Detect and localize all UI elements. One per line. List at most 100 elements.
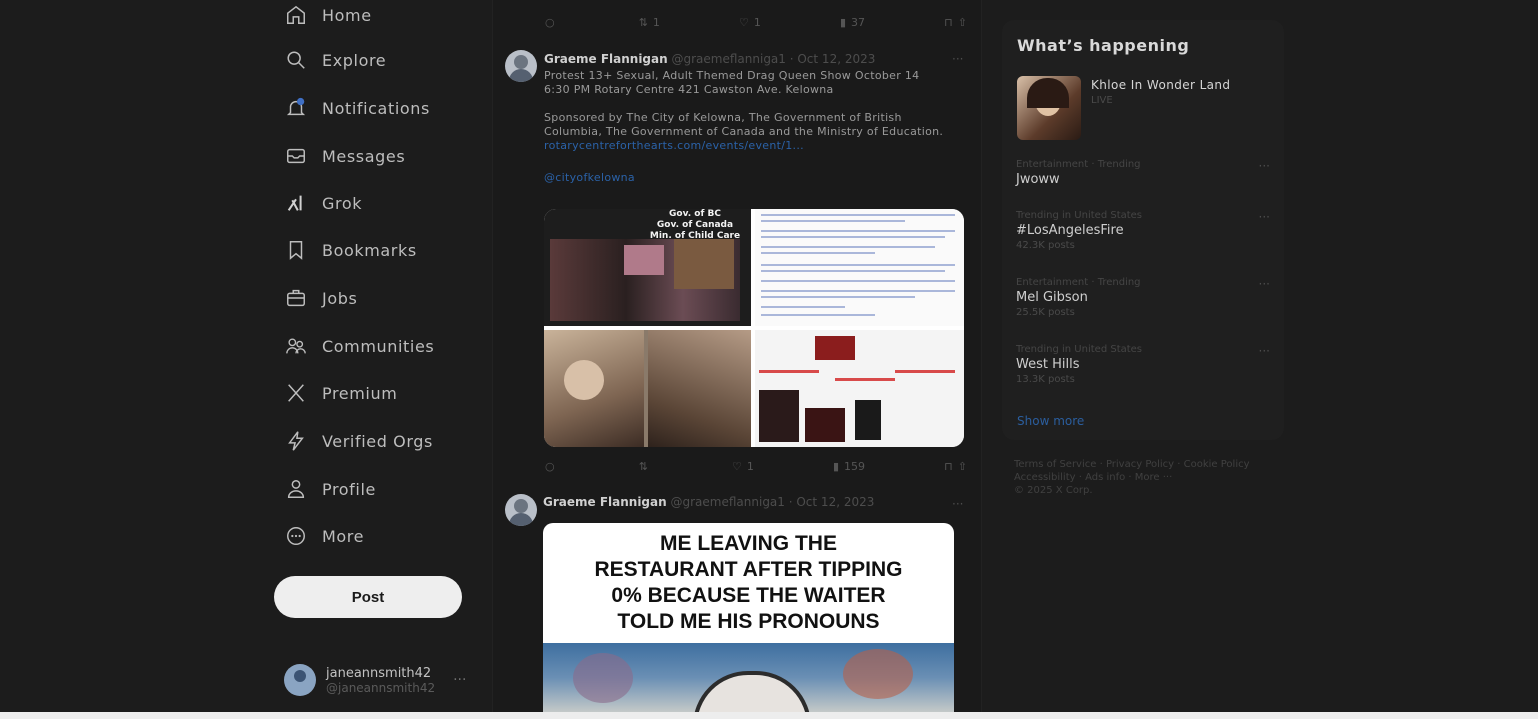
sidebar-item-notifications[interactable]: Notifications — [284, 93, 430, 123]
show-more-link[interactable]: Show more — [1017, 414, 1084, 428]
bookmark-icon[interactable]: ⊓ — [944, 16, 953, 29]
tweet-text-line: Columbia, The Government of Canada and t… — [544, 125, 944, 138]
more-icon[interactable]: ··· — [1259, 210, 1270, 224]
footer-line[interactable]: Accessibility · Ads info · More ··· — [1014, 471, 1284, 484]
sidebar-item-label: Profile — [322, 479, 376, 499]
more-icon[interactable]: ··· — [952, 52, 963, 66]
tweet-actions: ○ ⇅ ♡ 1 ▮ 159 ⊓ ⇧ — [545, 456, 967, 476]
share-icon[interactable]: ⇧ — [958, 16, 967, 29]
sidebar-item-label: Notifications — [322, 98, 430, 118]
sidebar-item-label: Jobs — [322, 288, 358, 308]
retweet-icon: ⇅ — [638, 459, 648, 473]
sidebar-item-label: Communities — [322, 336, 435, 356]
people-icon — [284, 334, 308, 358]
post-button[interactable]: Post — [274, 576, 462, 618]
like-button[interactable]: ♡ 1 — [739, 16, 761, 29]
live-thumbnail[interactable] — [1017, 76, 1081, 140]
tweet-link[interactable]: rotarycentreforthearts.com/events/event/… — [544, 139, 974, 153]
views-button[interactable]: ▮ 159 — [833, 460, 865, 473]
media-image[interactable] — [544, 330, 751, 447]
account-switcher[interactable]: janeannsmith42 @janeannsmith42 ··· — [284, 660, 484, 700]
reply-button[interactable]: ○ — [545, 460, 560, 473]
sidebar-item-profile[interactable]: Profile — [284, 474, 376, 504]
sidebar-item-label: More — [322, 526, 365, 546]
footer-line[interactable]: Terms of Service · Privacy Policy · Cook… — [1014, 458, 1284, 471]
reply-icon: ○ — [545, 459, 555, 473]
tweet-media-grid[interactable]: Gov. of BC Gov. of Canada Min. of Child … — [544, 209, 964, 447]
views-button[interactable]: ▮ 37 — [840, 16, 865, 29]
meme-line: 0% BECAUSE THE WAITER — [611, 584, 886, 607]
reply-button[interactable]: ○ — [545, 16, 560, 29]
bookmark-share-group: ⊓ ⇧ — [944, 16, 967, 29]
trend-item[interactable]: Trending in United States #LosAngelesFir… — [1016, 210, 1276, 251]
bookmark-share-group: ⊓ ⇧ — [944, 460, 967, 473]
trend-context: Trending in United States — [1016, 344, 1143, 355]
more-icon[interactable]: ··· — [1259, 277, 1270, 291]
sidebar-item-verified-orgs[interactable]: Verified Orgs — [284, 426, 433, 456]
bookmark-icon[interactable]: ⊓ — [944, 460, 953, 473]
trend-count: 13.3K posts — [1016, 374, 1075, 385]
envelope-icon — [284, 144, 308, 168]
tweet-avatar[interactable] — [505, 50, 537, 82]
author-meta[interactable]: @graemeflannigа1 · Oct 12, 2023 — [671, 495, 875, 509]
like-button[interactable]: ♡ 1 — [732, 460, 754, 473]
briefcase-icon — [284, 286, 308, 310]
sidebar-item-label: Grok — [322, 193, 363, 213]
trend-item[interactable]: Entertainment · Trending Jwoww ··· — [1016, 159, 1276, 187]
trend-item[interactable]: Entertainment · Trending Mel Gibson 25.5… — [1016, 277, 1276, 318]
meme-line: TOLD ME HIS PRONOUNS — [617, 610, 880, 633]
retweet-button[interactable]: ⇅ — [639, 460, 653, 473]
tweet-header: Graeme Flannigan @graemeflannigа1 · Oct … — [544, 52, 875, 66]
search-icon — [284, 48, 308, 72]
lightning-icon — [284, 429, 308, 453]
tweet-media-meme[interactable]: ME LEAVING THE RESTAURANT AFTER TIPPING … — [543, 523, 954, 712]
account-name: janeannsmith42 — [326, 665, 432, 681]
sidebar-item-premium[interactable]: Premium — [284, 378, 397, 408]
tweet-text-line: Sponsored by The City of Kelowna, The Go… — [544, 111, 902, 124]
home-icon — [284, 3, 308, 27]
trend-context: Entertainment · Trending — [1016, 159, 1141, 170]
sidebar-item-jobs[interactable]: Jobs — [284, 283, 357, 313]
live-title[interactable]: Khloe In Wonder Land — [1091, 78, 1230, 92]
trend-topic: #LosAngelesFire — [1016, 223, 1124, 238]
more-icon[interactable]: ··· — [952, 497, 963, 511]
sidebar-item-communities[interactable]: Communities — [284, 331, 434, 361]
avatar — [284, 664, 316, 696]
retweet-icon: ⇅ — [638, 15, 648, 29]
bookmark-icon — [284, 238, 308, 262]
trend-count: 25.5K posts — [1016, 307, 1075, 318]
sidebar-nav: Home Explore Notifications Messages Grok — [270, 0, 490, 712]
page-border — [0, 712, 1538, 719]
sidebar-item-label: Explore — [322, 50, 387, 70]
sidebar-item-more[interactable]: More — [284, 521, 364, 551]
meme-caption: ME LEAVING THE RESTAURANT AFTER TIPPING … — [543, 523, 954, 643]
grok-icon — [284, 191, 308, 215]
sidebar-item-grok[interactable]: Grok — [284, 188, 362, 218]
trend-context: Entertainment · Trending — [1016, 277, 1141, 288]
live-status: LIVE — [1091, 95, 1113, 106]
sidebar-item-messages[interactable]: Messages — [284, 141, 405, 171]
author-name[interactable]: Graeme Flannigan — [544, 52, 668, 66]
footer-copyright: © 2025 X Corp. — [1014, 485, 1093, 496]
author-name[interactable]: Graeme Flannigan — [543, 495, 667, 509]
media-image[interactable] — [755, 330, 964, 447]
tweet-actions-top: ○ ⇅ 1 ♡ 1 ▮ 37 ⊓ ⇧ — [545, 12, 967, 32]
tweet-mention[interactable]: @cityofkelowna — [544, 171, 974, 185]
trends-heading: What’s happening — [1017, 36, 1190, 55]
more-icon[interactable]: ··· — [1259, 344, 1270, 358]
retweet-button[interactable]: ⇅ 1 — [639, 16, 660, 29]
account-handle: @janeannsmith42 — [326, 680, 436, 695]
sidebar-item-home[interactable]: Home — [284, 0, 372, 30]
tweet-avatar[interactable] — [505, 494, 537, 526]
person-icon — [284, 477, 308, 501]
media-image[interactable] — [755, 209, 964, 326]
more-icon[interactable]: ··· — [453, 672, 466, 688]
trend-item[interactable]: Trending in United States West Hills 13.… — [1016, 344, 1276, 385]
share-icon[interactable]: ⇧ — [958, 460, 967, 473]
sidebar-item-explore[interactable]: Explore — [284, 45, 386, 75]
sidebar-item-bookmarks[interactable]: Bookmarks — [284, 235, 417, 265]
more-icon[interactable]: ··· — [1259, 159, 1270, 173]
sidebar-item-label: Bookmarks — [322, 240, 417, 260]
media-image[interactable]: Gov. of BC Gov. of Canada Min. of Child … — [544, 209, 751, 326]
author-meta[interactable]: @graemeflannigа1 · Oct 12, 2023 — [672, 52, 876, 66]
